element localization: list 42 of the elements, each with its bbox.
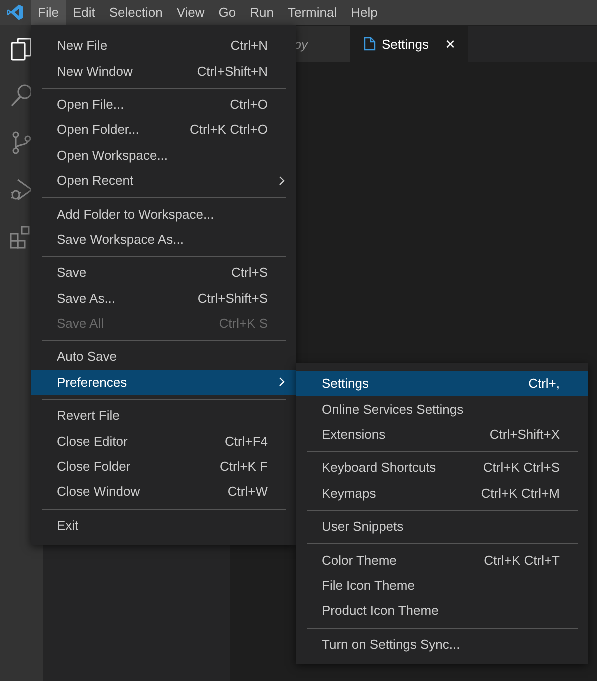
menu-item[interactable]: Add Folder to Workspace... xyxy=(31,201,296,227)
menu-item[interactable]: Open Folder... Ctrl+K Ctrl+O xyxy=(31,117,296,143)
menu-item[interactable]: Keymaps Ctrl+K Ctrl+M xyxy=(296,480,588,506)
menu-item[interactable]: Save Workspace As... xyxy=(31,226,296,252)
editor-tab[interactable]: Settings ✕ xyxy=(350,26,468,62)
menu-item[interactable]: File Icon Theme xyxy=(296,572,588,598)
menu-item[interactable]: Close Folder Ctrl+K F xyxy=(31,454,296,480)
menu-item[interactable]: Close Editor Ctrl+F4 xyxy=(31,428,296,454)
menu-item[interactable]: Revert File xyxy=(31,403,296,428)
menu-item[interactable]: Auto Save xyxy=(31,344,296,370)
play-bug-icon[interactable] xyxy=(9,177,34,203)
menu-item[interactable]: Close Window Ctrl+W xyxy=(31,479,296,505)
menu-item[interactable]: Online Services Settings xyxy=(296,396,588,422)
menu-bar-item[interactable]: Terminal xyxy=(281,0,344,25)
menu-bar-item[interactable]: Help xyxy=(344,0,385,25)
file-icon xyxy=(364,37,376,51)
menu-item[interactable]: Color Theme Ctrl+K Ctrl+T xyxy=(296,547,588,573)
menu-item[interactable]: Save As... Ctrl+Shift+S xyxy=(31,286,296,311)
menu-item[interactable]: Open File... Ctrl+O xyxy=(31,92,296,118)
menu-bar-item[interactable]: Selection xyxy=(102,0,170,25)
menu-item[interactable]: Product Icon Theme xyxy=(296,598,588,624)
menu-item[interactable]: User Snippets xyxy=(296,514,588,540)
menu-item[interactable]: Preferences xyxy=(31,370,296,396)
menu-item[interactable]: Keyboard Shortcuts Ctrl+K Ctrl+S xyxy=(296,455,588,481)
menu-bar-item[interactable]: View xyxy=(170,0,212,25)
menu-item[interactable]: Extensions Ctrl+Shift+X xyxy=(296,422,588,448)
menu-item[interactable]: Turn on Settings Sync... xyxy=(296,632,588,657)
menu-item[interactable]: New File Ctrl+N xyxy=(31,33,296,58)
close-icon[interactable]: ✕ xyxy=(445,36,456,52)
search-icon[interactable] xyxy=(9,83,34,109)
menu-item[interactable]: Save Ctrl+S xyxy=(31,260,296,286)
menu-item[interactable]: Open Recent xyxy=(31,168,296,194)
menu-bar-item[interactable]: File xyxy=(31,0,66,25)
menu-bar-item[interactable]: Edit xyxy=(66,0,102,25)
menu-item[interactable]: Exit xyxy=(31,512,296,538)
menu-item[interactable]: Open Workspace... xyxy=(31,142,296,168)
menu-item[interactable]: New Window Ctrl+Shift+N xyxy=(31,58,296,84)
menu-bar-item[interactable]: Run xyxy=(243,0,281,25)
app-logo-icon[interactable] xyxy=(7,4,24,21)
menu-item[interactable]: Settings Ctrl+, xyxy=(296,371,588,396)
files-icon[interactable] xyxy=(9,36,34,62)
menu-bar-item[interactable]: Go xyxy=(212,0,244,25)
